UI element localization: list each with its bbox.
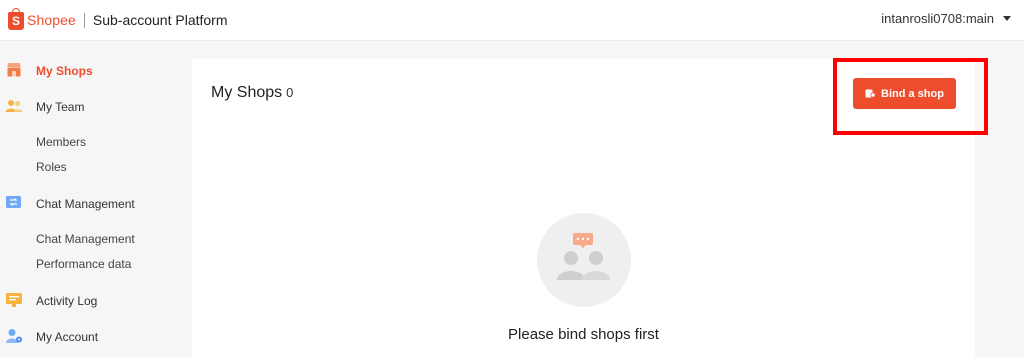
sidebar-item-label: Chat Management (36, 197, 135, 211)
platform-title: Sub-account Platform (92, 12, 228, 28)
sidebar-item-my-account[interactable]: My Account (0, 324, 180, 350)
sidebar-item-my-team[interactable]: My Team (0, 94, 180, 120)
main-card: My Shops 0 Bind a shop Please bind shops … (192, 59, 975, 357)
sidebar-item-label: My Team (36, 100, 85, 114)
bind-shop-button[interactable]: Bind a shop (853, 78, 956, 109)
sidebar-subitem-roles[interactable]: Roles (36, 158, 67, 176)
sidebar-item-label: Activity Log (36, 294, 98, 308)
team-icon (5, 100, 23, 112)
activity-log-icon (6, 293, 22, 307)
page-title: My Shops 0 (211, 84, 293, 102)
shopee-logo-icon: S (8, 8, 24, 30)
shop-icon (865, 89, 876, 98)
caret-down-icon (1003, 16, 1011, 21)
sidebar-item-my-shops[interactable]: My Shops (0, 58, 180, 84)
empty-users-chat-icon (557, 233, 610, 280)
brand-divider (83, 12, 85, 28)
empty-state-message: Please bind shops first (508, 326, 659, 343)
sidebar: My Shops My Team Members Roles Chat Mana… (0, 41, 180, 357)
sidebar-subitem-members[interactable]: Members (36, 133, 86, 151)
username: intanrosli0708:main (881, 11, 994, 26)
shop-count: 0 (286, 85, 294, 100)
sidebar-subitem-performance-data[interactable]: Performance data (36, 255, 131, 273)
bind-shop-button-label: Bind a shop (881, 87, 944, 100)
sidebar-subitem-chat-management[interactable]: Chat Management (36, 230, 135, 248)
top-bar: S Shopee Sub-account Platform intanrosli… (0, 0, 1024, 41)
sidebar-item-label: My Account (36, 330, 99, 344)
page-title-text: My Shops (211, 84, 283, 101)
sidebar-item-activity-log[interactable]: Activity Log (0, 288, 180, 314)
empty-state-illustration (537, 213, 631, 307)
account-icon (6, 329, 22, 343)
user-menu[interactable]: intanrosli0708:main (881, 11, 1011, 26)
sidebar-item-label: My Shops (36, 64, 93, 78)
logo-text: Shopee (27, 12, 76, 28)
chat-icon (6, 196, 21, 208)
shop-icon (7, 63, 21, 77)
sidebar-item-chat-management[interactable]: Chat Management (0, 191, 180, 217)
brand[interactable]: S Shopee Sub-account Platform (8, 8, 228, 30)
